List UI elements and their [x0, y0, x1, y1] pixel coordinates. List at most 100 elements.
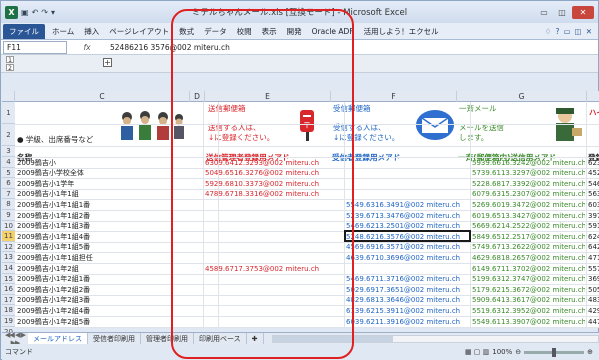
- new-sheet-icon[interactable]: ✚: [247, 332, 264, 345]
- scrollbar-thumb[interactable]: [272, 335, 393, 342]
- row-header[interactable]: 16: [2, 284, 15, 295]
- cell-recv[interactable]: 5239.6713.3476@002 miteru.ch: [346, 211, 469, 221]
- cell-list[interactable]: 6019.6513.3427@002 miteru.ch: [472, 211, 585, 221]
- page-layout-view-icon[interactable]: ▦ ▢ ▥: [465, 348, 489, 356]
- sheet-tab-admin-print[interactable]: 管理者印刷用: [141, 332, 194, 345]
- zoom-slider[interactable]: [524, 347, 585, 357]
- tab-formulas[interactable]: 数式: [174, 24, 199, 39]
- cell-list[interactable]: 5228.6817.3392@002 miteru.ch: [472, 179, 585, 189]
- zoom-in-icon[interactable]: ⊕: [587, 348, 593, 356]
- cell-reg[interactable]: 557: [588, 264, 599, 274]
- cell-list[interactable]: 5549.6113.3907@002 miteru.ch: [472, 317, 585, 327]
- row-header[interactable]: 15: [2, 273, 15, 285]
- cell-name[interactable]: 2009鶴吉小1年2組5番: [17, 317, 201, 327]
- cell-list[interactable]: 6149.6711.3702@002 miteru.ch: [472, 264, 585, 274]
- sheet-tab-mail-address[interactable]: メールアドレス: [28, 332, 88, 345]
- tab-data[interactable]: データ: [199, 24, 232, 39]
- save-icon[interactable]: ▣: [21, 8, 29, 17]
- cell-reg[interactable]: 591: [588, 221, 599, 231]
- cell-name[interactable]: 2009鶴吉小1年1組3番: [17, 221, 201, 231]
- tab-view[interactable]: 表示: [257, 24, 282, 39]
- column-header-e[interactable]: E: [205, 91, 331, 102]
- cell-name[interactable]: 2009鶴吉小1年2組4番: [17, 306, 201, 316]
- row-header[interactable]: 14: [2, 263, 15, 274]
- cell-name[interactable]: 2009鶴吉小1年1組5番: [17, 242, 201, 252]
- tab-developer[interactable]: 開発: [282, 24, 307, 39]
- sheet-tab-recipient-print[interactable]: 受信者印刷用: [88, 332, 141, 345]
- cell-reg[interactable]: 483: [588, 295, 599, 305]
- cell-list[interactable]: 5669.6214.2522@002 miteru.ch: [472, 221, 585, 231]
- window-minimize-icon[interactable]: ▭: [564, 27, 571, 36]
- column-header-c[interactable]: C: [15, 91, 190, 102]
- column-header-h[interactable]: [587, 91, 599, 102]
- name-box[interactable]: F11: [3, 40, 67, 54]
- cell-recv[interactable]: 4829.6813.3646@002 miteru.ch: [346, 295, 469, 305]
- cell-send[interactable]: 4589.6717.3753@002 miteru.ch: [205, 264, 343, 274]
- cell-reg[interactable]: 505: [588, 285, 599, 295]
- cell-name[interactable]: 2009鶴吉小学校全体: [17, 168, 201, 178]
- cell-reg[interactable]: 563: [588, 189, 599, 199]
- row-header[interactable]: 12: [2, 241, 15, 253]
- cell-list[interactable]: 4629.6818.2657@002 miteru.ch: [472, 253, 585, 263]
- column-header-g[interactable]: G: [457, 91, 587, 102]
- cell-recv[interactable]: 4569.6916.3571@002 miteru.ch: [346, 242, 469, 252]
- cell-name[interactable]: 2009鶴吉小1年2組3番: [17, 295, 201, 305]
- horizontal-scrollbar[interactable]: [271, 334, 599, 343]
- row-header[interactable]: 9: [2, 210, 15, 221]
- cell-name[interactable]: 2009鶴吉小1学年: [17, 179, 201, 189]
- row-header[interactable]: 17: [2, 294, 15, 306]
- cell-name[interactable]: 2009鶴吉小1年2組: [17, 264, 201, 274]
- cell-name[interactable]: 2009鶴吉小1年1組: [17, 189, 201, 199]
- sheet-tab-print-base[interactable]: 印刷用ベース: [194, 332, 247, 345]
- cell-list[interactable]: 5849.6512.2517@002 miteru.ch: [472, 232, 585, 242]
- cell-list[interactable]: 5179.6215.3672@002 miteru.ch: [472, 285, 585, 295]
- cell-name[interactable]: 2009鶴吉小1年1組1番: [17, 200, 201, 210]
- minimize-icon[interactable]: ▭: [536, 6, 552, 19]
- cell-area[interactable]: ● 学級、出席番号など 送信郵便箱 送信する人は、 ↓に登録ください。 〒 受信…: [15, 102, 599, 328]
- row-header[interactable]: 13: [2, 252, 15, 263]
- cell-reg[interactable]: 397: [588, 211, 599, 221]
- window-restore-icon[interactable]: ◫: [575, 27, 582, 36]
- help-icon[interactable]: ?: [556, 27, 560, 36]
- cell-list[interactable]: 5269.6019.3472@002 miteru.ch: [472, 200, 585, 210]
- cell-reg[interactable]: 447: [588, 317, 599, 327]
- cell-recv[interactable]: 6139.6215.3911@002 miteru.ch: [346, 306, 469, 316]
- cell-recv[interactable]: 5029.6917.3651@002 miteru.ch: [346, 285, 469, 295]
- row-header[interactable]: 2: [2, 124, 15, 146]
- redo-icon[interactable]: ↷: [41, 8, 48, 17]
- column-header-f[interactable]: F: [331, 91, 457, 102]
- tab-oracle-adf[interactable]: Oracle ADF: [307, 25, 359, 38]
- cell-reg[interactable]: 624: [588, 232, 599, 242]
- cell-list[interactable]: 5739.6113.3297@002 miteru.ch: [472, 168, 585, 178]
- outline-expand-button[interactable]: +: [103, 58, 112, 67]
- cell-reg[interactable]: 429: [588, 306, 599, 316]
- cell-recv[interactable]: 4639.6710.3696@002 miteru.ch: [346, 253, 469, 263]
- cell-recv[interactable]: 5549.6316.3491@002 miteru.ch: [346, 200, 469, 210]
- ribbon-collapse-icon[interactable]: ♢: [545, 27, 552, 36]
- outline-level-2-button[interactable]: 2: [6, 64, 14, 72]
- cell-name[interactable]: 2009鶴吉小1年1組担任: [17, 253, 201, 263]
- cell-list[interactable]: 5939.6616.3242@002 miteru.ch: [472, 158, 585, 168]
- active-cell[interactable]: [344, 230, 471, 243]
- tab-home[interactable]: ホーム: [47, 24, 79, 39]
- zoom-level[interactable]: 100%: [492, 348, 512, 356]
- cell-reg[interactable]: 642: [588, 242, 599, 252]
- qat-dropdown-icon[interactable]: ▾: [51, 8, 55, 17]
- window-close-icon[interactable]: ✕: [586, 27, 592, 36]
- fx-icon[interactable]: fx: [67, 43, 107, 52]
- cell-list[interactable]: 5909.6413.3617@002 miteru.ch: [472, 295, 585, 305]
- row-header[interactable]: 3: [2, 146, 15, 157]
- tab-page-layout[interactable]: ページレイアウト: [104, 24, 174, 39]
- maximize-icon[interactable]: ◫: [554, 6, 570, 19]
- cell-send[interactable]: 6309.6412.3293@002 miteru.ch: [205, 158, 343, 168]
- cell-reg[interactable]: 603: [588, 200, 599, 210]
- tab-file[interactable]: ファイル: [3, 23, 45, 39]
- cell-reg[interactable]: 623: [588, 158, 599, 168]
- close-icon[interactable]: ✕: [572, 5, 594, 19]
- cell-list[interactable]: 6079.6315.2307@002 miteru.ch: [472, 189, 585, 199]
- cell-name[interactable]: 2009鶴吉小1年2組2番: [17, 285, 201, 295]
- tab-insert[interactable]: 挿入: [79, 24, 104, 39]
- cell-reg[interactable]: 452: [588, 168, 599, 178]
- cell-send[interactable]: 5049.6516.3276@002 miteru.ch: [205, 168, 343, 178]
- row-header[interactable]: 18: [2, 305, 15, 316]
